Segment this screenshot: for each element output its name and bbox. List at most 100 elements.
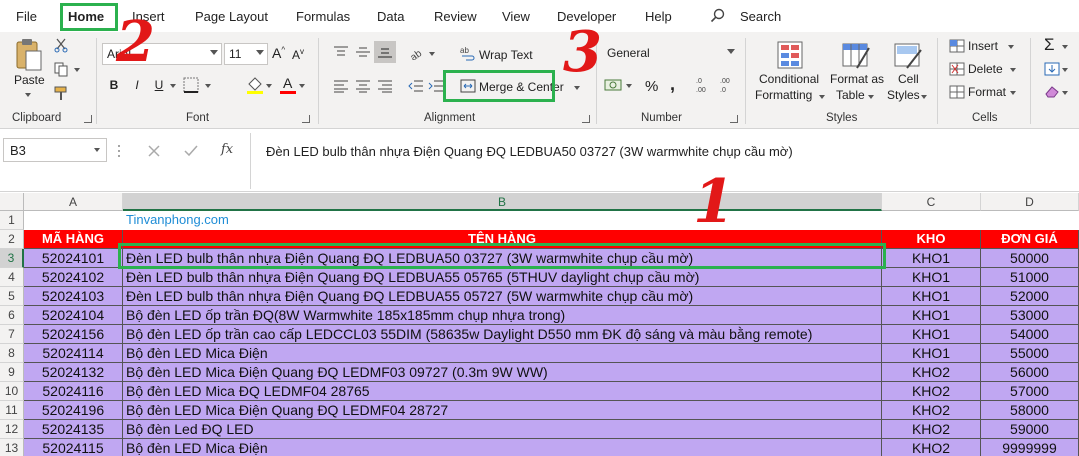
cell-ten-hang[interactable]: Bộ đèn LED Mica Điện xyxy=(123,439,882,456)
name-box[interactable]: B3 xyxy=(3,138,107,162)
cell-don-gia[interactable]: 50000 xyxy=(981,249,1079,268)
paste-label[interactable]: Paste xyxy=(14,73,45,87)
insert-dropdown-icon[interactable] xyxy=(1008,45,1014,49)
delete-dropdown-icon[interactable] xyxy=(1010,68,1016,72)
row-header-12[interactable]: 12 xyxy=(0,420,24,439)
cell-kho[interactable]: KHO1 xyxy=(882,287,981,306)
cell-kho[interactable]: KHO1 xyxy=(882,249,981,268)
borders-dropdown-icon[interactable] xyxy=(205,84,211,88)
cell-styles-dropdown-icon[interactable] xyxy=(921,95,927,99)
cancel-icon[interactable] xyxy=(147,144,161,158)
name-box-dropdown-icon[interactable] xyxy=(94,148,100,152)
cell-kho[interactable]: KHO2 xyxy=(882,420,981,439)
cell-b1[interactable]: Tinvanphong.com xyxy=(123,211,882,230)
paste-dropdown-icon[interactable] xyxy=(25,93,31,97)
cell-don-gia[interactable]: 53000 xyxy=(981,306,1079,325)
font-color-icon[interactable]: A xyxy=(279,75,297,95)
decrease-indent-icon[interactable] xyxy=(408,79,424,93)
decrease-decimal-icon[interactable]: .00.0 xyxy=(718,76,738,94)
cell-d1[interactable] xyxy=(981,211,1079,230)
cell-ma-hang[interactable]: 52024135 xyxy=(24,420,123,439)
cell-ten-hang[interactable]: Đèn LED bulb thân nhựa Điện Quang ĐQ LED… xyxy=(123,287,882,306)
cell-ten-hang[interactable]: Bộ đèn LED ốp trần ĐQ(8W Warmwhite 185x1… xyxy=(123,306,882,325)
cell-ten-hang[interactable]: Bộ đèn LED Mica Điện Quang ĐQ LEDMF03 09… xyxy=(123,363,882,382)
header-don-gia[interactable]: ĐƠN GIÁ xyxy=(981,230,1079,249)
row-header-11[interactable]: 11 xyxy=(0,401,24,420)
cell-ma-hang[interactable]: 52024104 xyxy=(24,306,123,325)
cell-ten-hang[interactable]: Bộ đèn LED Mica Điện xyxy=(123,344,882,363)
conditional-dropdown-icon[interactable] xyxy=(819,95,825,99)
fill-dropdown-icon[interactable] xyxy=(1062,68,1068,72)
wrap-text-button[interactable]: Wrap Text xyxy=(479,48,533,62)
orientation-icon[interactable]: ab xyxy=(408,44,426,60)
alignment-launcher-icon[interactable] xyxy=(582,115,590,123)
row-header-9[interactable]: 9 xyxy=(0,363,24,382)
row-header-1[interactable]: 1 xyxy=(0,211,24,230)
formula-input[interactable]: Đèn LED bulb thân nhựa Điện Quang ĐQ LED… xyxy=(250,133,1076,189)
column-header-a[interactable]: A xyxy=(24,193,123,211)
borders-icon[interactable] xyxy=(183,77,199,93)
cell-kho[interactable]: KHO1 xyxy=(882,325,981,344)
clear-dropdown-icon[interactable] xyxy=(1062,91,1068,95)
conditional-formatting-label[interactable]: Conditional xyxy=(759,72,819,86)
cell-ma-hang[interactable]: 52024115 xyxy=(24,439,123,456)
cell-ma-hang[interactable]: 52024101 xyxy=(24,249,123,268)
row-header-8[interactable]: 8 xyxy=(0,344,24,363)
row-header-4[interactable]: 4 xyxy=(0,268,24,287)
row-header-3[interactable]: 3 xyxy=(0,249,24,268)
underline-button[interactable]: U xyxy=(150,76,168,94)
format-button[interactable]: Format xyxy=(968,85,1006,99)
cell-kho[interactable]: KHO1 xyxy=(882,268,981,287)
search-label[interactable]: Search xyxy=(740,9,781,24)
increase-indent-icon[interactable] xyxy=(428,79,444,93)
cell-styles-label-2[interactable]: Styles xyxy=(887,88,920,102)
number-format-combo[interactable]: General xyxy=(603,43,738,65)
orientation-dropdown-icon[interactable] xyxy=(429,52,435,56)
row-header-7[interactable]: 7 xyxy=(0,325,24,344)
format-painter-icon[interactable] xyxy=(53,85,69,101)
header-kho[interactable]: KHO xyxy=(882,230,981,249)
format-table-dropdown-icon[interactable] xyxy=(868,95,874,99)
font-size-combo[interactable]: 11 xyxy=(224,43,268,65)
cell-kho[interactable]: KHO2 xyxy=(882,401,981,420)
cell-ten-hang[interactable]: Bộ đèn LED Mica ĐQ LEDMF04 28765 xyxy=(123,382,882,401)
format-cells-icon[interactable] xyxy=(949,85,965,99)
format-as-table-icon[interactable] xyxy=(841,40,871,70)
cell-ma-hang[interactable]: 52024116 xyxy=(24,382,123,401)
cell-kho[interactable]: KHO2 xyxy=(882,439,981,456)
increase-decimal-icon[interactable]: .0.00 xyxy=(694,76,714,94)
cell-don-gia[interactable]: 57000 xyxy=(981,382,1079,401)
align-middle-icon[interactable] xyxy=(355,45,371,59)
header-ma-hang[interactable]: MÃ HÀNG xyxy=(24,230,123,249)
accounting-dropdown-icon[interactable] xyxy=(626,84,632,88)
cell-c1[interactable] xyxy=(882,211,981,230)
menu-formulas[interactable]: Formulas xyxy=(296,9,350,24)
fill-color-dropdown-icon[interactable] xyxy=(266,84,272,88)
align-left-icon[interactable] xyxy=(333,79,349,93)
merge-dropdown-icon[interactable] xyxy=(574,86,580,90)
shrink-font-icon[interactable]: Av xyxy=(292,47,304,62)
row-header-13[interactable]: 13 xyxy=(0,439,24,456)
cell-kho[interactable]: KHO2 xyxy=(882,363,981,382)
cell-don-gia[interactable]: 58000 xyxy=(981,401,1079,420)
cell-don-gia[interactable]: 9999999 xyxy=(981,439,1079,456)
number-launcher-icon[interactable] xyxy=(730,115,738,123)
conditional-formatting-icon[interactable] xyxy=(776,40,804,70)
copy-icon[interactable] xyxy=(53,61,69,77)
cell-ten-hang[interactable]: Bộ đèn LED ốp trần cao cấp LEDCCL03 55DI… xyxy=(123,325,882,344)
copy-dropdown-icon[interactable] xyxy=(74,68,80,72)
fill-color-icon[interactable] xyxy=(246,75,264,95)
bold-button[interactable]: B xyxy=(105,76,123,94)
align-center-icon[interactable] xyxy=(355,79,371,93)
underline-dropdown-icon[interactable] xyxy=(170,84,176,88)
italic-button[interactable]: I xyxy=(128,76,146,94)
column-header-b[interactable]: B xyxy=(123,193,882,211)
column-header-c[interactable]: C xyxy=(882,193,981,211)
percent-style-button[interactable]: % xyxy=(645,78,658,95)
select-all-corner[interactable] xyxy=(0,193,24,211)
row-header-5[interactable]: 5 xyxy=(0,287,24,306)
font-color-dropdown-icon[interactable] xyxy=(299,84,305,88)
menu-data[interactable]: Data xyxy=(377,9,404,24)
cell-kho[interactable]: KHO1 xyxy=(882,344,981,363)
comma-style-button[interactable]: , xyxy=(670,74,675,95)
